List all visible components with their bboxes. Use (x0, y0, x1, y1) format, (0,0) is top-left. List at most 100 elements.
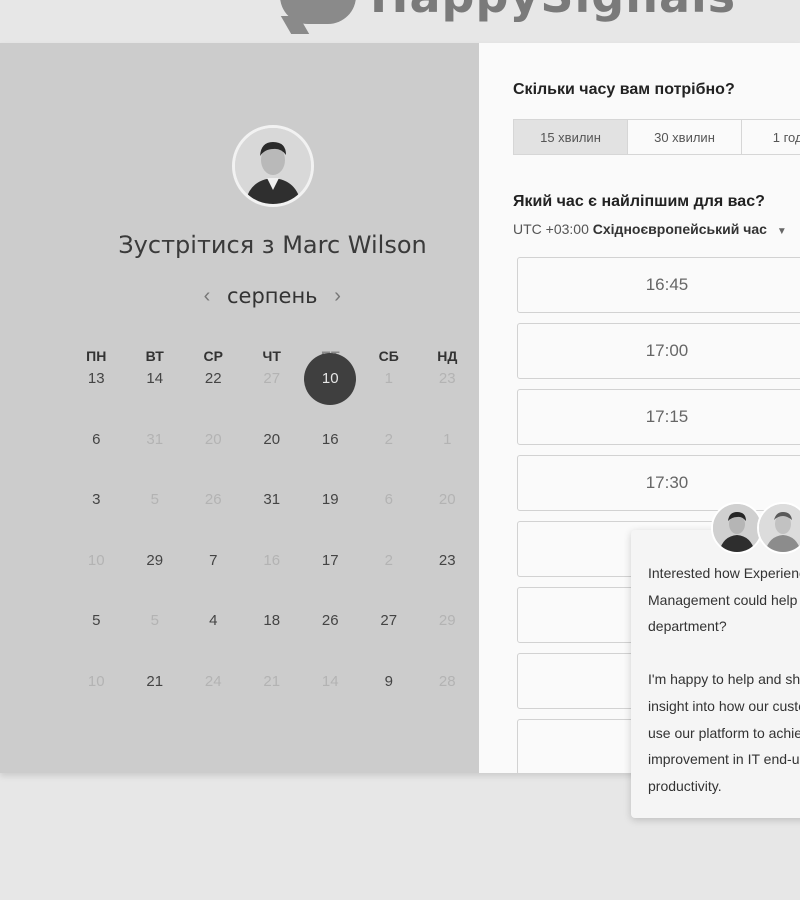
calendar-day: 27 (243, 364, 302, 425)
chat-line: department? (648, 618, 727, 635)
timezone-name: Східноєвропейський час (592, 221, 767, 237)
time-slot[interactable]: 16:45 (517, 257, 800, 313)
calendar-day: 29 (418, 606, 477, 667)
calendar-weeks: 13 14 22 27 10 1 23 6 31 20 20 16 2 1 3 5 26 31 19 6 20 10 29 7… (67, 353, 477, 728)
day-number: 23 (438, 551, 456, 569)
weekday-label: СР (203, 348, 223, 364)
meeting-title: Зустрітися з Marc Wilson (0, 231, 545, 259)
day-number: 2 (384, 430, 393, 448)
day-number: 26 (204, 491, 222, 508)
calendar-week: 13 14 22 27 10 1 23 (67, 353, 477, 425)
calendar-day: 2 (360, 546, 419, 607)
day-number: 31 (263, 491, 281, 508)
host-name: Marc Wilson (282, 231, 427, 259)
chat-line: improvement in IT end-user (648, 751, 800, 768)
chevron-right-icon[interactable]: › (326, 285, 350, 308)
calendar-day[interactable]: 4 (184, 606, 243, 667)
day-number: 7 (209, 551, 218, 569)
day-number: 4 (209, 612, 218, 629)
day-number: 6 (92, 430, 101, 448)
calendar-day: 24 (184, 667, 243, 728)
chat-paragraph: Interested how Experience Management cou… (648, 560, 800, 640)
day-number: 19 (321, 491, 339, 508)
day-number: 21 (263, 672, 281, 690)
time-slot[interactable]: 17:15 (517, 389, 800, 445)
chat-message: Interested how Experience Management cou… (648, 560, 800, 826)
weekday-label: ЧТ (262, 348, 281, 364)
calendar-day: 16 (243, 546, 302, 607)
calendar-day[interactable]: 31 (243, 485, 302, 546)
brand-name: HappySignals (370, 0, 736, 23)
chat-line: use our platform to achieve (648, 724, 800, 741)
calendar-day[interactable]: 7 (184, 546, 243, 607)
calendar-day: 26 (184, 485, 243, 546)
day-number: 27 (263, 370, 281, 387)
weekday-label: НД (437, 348, 458, 364)
calendar-day[interactable]: 21 (126, 667, 185, 728)
day-number: 20 (204, 430, 222, 448)
time-slot[interactable]: 17:00 (517, 323, 800, 379)
calendar-day[interactable]: 16 (301, 425, 360, 486)
timezone-selector[interactable]: UTC +03:00 Східноєвропейський час ▼ (513, 221, 787, 237)
weekday-label: ВТ (145, 348, 164, 364)
chat-popup[interactable]: Interested how Experience Management cou… (631, 502, 800, 818)
chat-line: insight into how our customers (648, 697, 800, 714)
calendar-day[interactable]: 23 (418, 546, 477, 607)
day-number: 22 (204, 370, 222, 387)
day-number: 10 (87, 672, 105, 690)
calendar-day[interactable]: 13 (67, 364, 126, 425)
calendar-day[interactable]: 27 (360, 606, 419, 667)
day-number: 17 (321, 551, 339, 569)
duration-option-60[interactable]: 1 година (742, 120, 800, 154)
calendar-day[interactable]: 17 (301, 546, 360, 607)
day-number: 6 (384, 491, 393, 508)
calendar-day: 20 (418, 485, 477, 546)
day-number: 14 (146, 370, 164, 387)
calendar-day[interactable]: 29 (126, 546, 185, 607)
day-number: 3 (92, 491, 101, 508)
day-number: 14 (321, 672, 339, 690)
calendar-day: 14 (301, 667, 360, 728)
day-number: 29 (438, 612, 456, 629)
chat-agent-avatars (711, 502, 800, 554)
calendar-day: 2 (360, 425, 419, 486)
chat-line: Management could help your (648, 591, 800, 608)
calendar-day[interactable]: 19 (301, 485, 360, 546)
calendar-day: 1 (418, 425, 477, 486)
day-number: 24 (204, 672, 222, 690)
day-number: 31 (146, 430, 164, 448)
duration-selector: 15 хвилин 30 хвилин 1 година (513, 119, 800, 155)
calendar-day[interactable]: 18 (243, 606, 302, 667)
chevron-left-icon[interactable]: ‹ (195, 285, 219, 308)
calendar-week: 3 5 26 31 19 6 20 (67, 485, 477, 546)
calendar-grid: ПН ВТ СР ЧТ ПТ СБ НД 13 14 22 27 10 1 23 6 31 20 2… (67, 348, 477, 727)
chat-paragraph: I'm happy to help and share insight into… (648, 666, 800, 800)
timezone-offset: UTC +03:00 (513, 221, 589, 237)
speech-bubble-icon (280, 0, 356, 24)
calendar-day: 6 (360, 485, 419, 546)
calendar-day[interactable]: 3 (67, 485, 126, 546)
calendar-day[interactable]: 14 (126, 364, 185, 425)
calendar-day[interactable]: 5 (67, 606, 126, 667)
calendar-day-selected[interactable]: 10 (301, 353, 360, 425)
calendar-day[interactable]: 6 (67, 425, 126, 486)
agent-avatar-icon (757, 502, 800, 554)
duration-option-30[interactable]: 30 хвилин (628, 120, 742, 154)
calendar-day[interactable]: 26 (301, 606, 360, 667)
calendar-week: 10 29 7 16 17 2 23 (67, 546, 477, 607)
month-navigator: ‹ серпень › (195, 284, 350, 308)
calendar-day[interactable]: 20 (243, 425, 302, 486)
calendar-day[interactable]: 22 (184, 364, 243, 425)
day-number: 16 (263, 551, 281, 569)
day-number: 23 (438, 370, 456, 387)
calendar-day: 31 (126, 425, 185, 486)
chat-line: I'm happy to help and share (648, 671, 800, 688)
calendar-day: 20 (184, 425, 243, 486)
calendar-day[interactable]: 9 (360, 667, 419, 728)
duration-option-15[interactable]: 15 хвилин (514, 120, 628, 154)
day-number: 13 (87, 370, 105, 387)
day-number: 9 (384, 672, 393, 690)
calendar-day: 5 (126, 606, 185, 667)
day-number: 18 (263, 612, 281, 629)
calendar-day: 10 (67, 546, 126, 607)
